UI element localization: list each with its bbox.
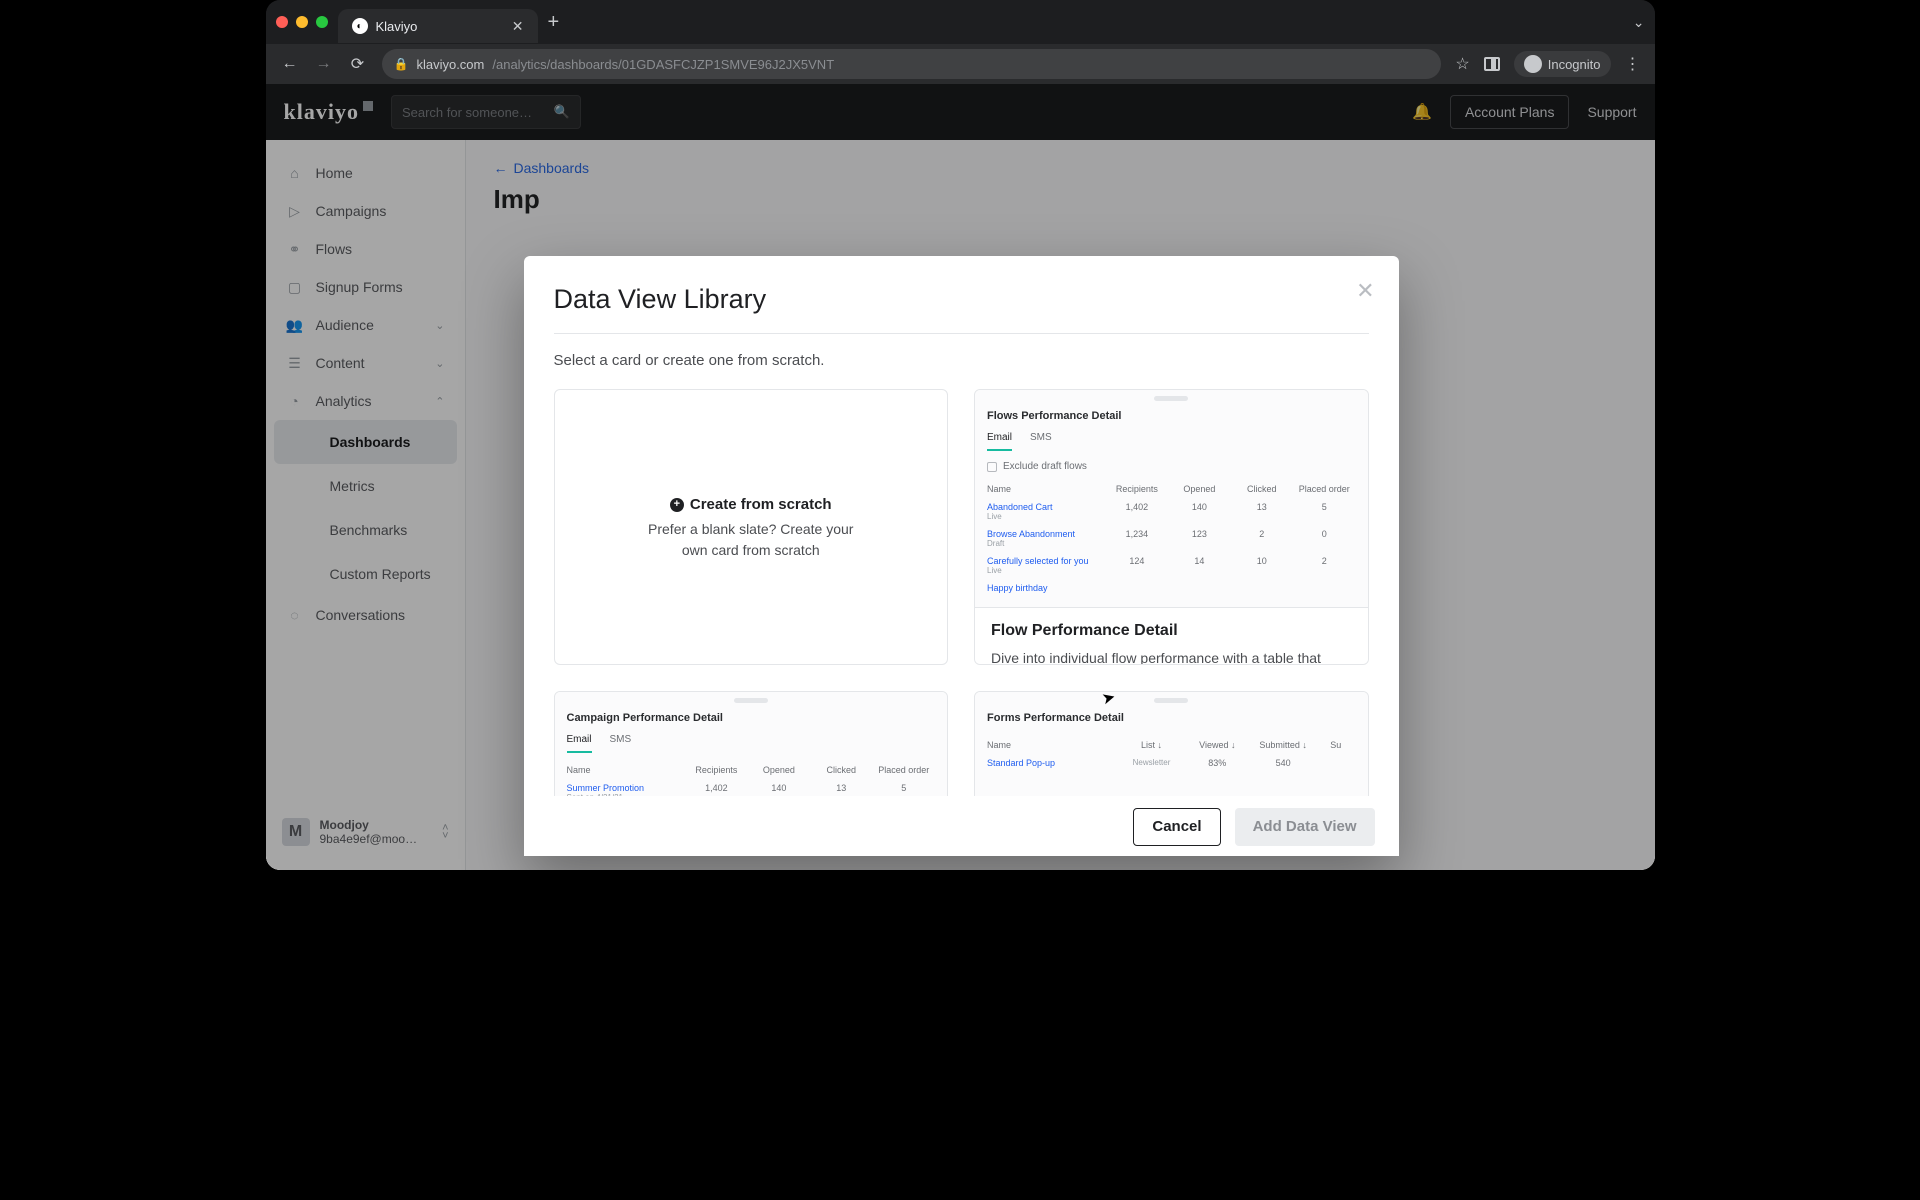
data-view-library-modal: ✕ Data View Library Select a card or cre… xyxy=(524,256,1399,856)
toolbar-right: ☆ Incognito ⋮ xyxy=(1455,51,1640,77)
drag-handle-icon xyxy=(1154,396,1188,401)
drag-handle-icon xyxy=(1154,698,1188,703)
url-host: klaviyo.com xyxy=(416,57,484,72)
card-forms-performance-detail[interactable]: Forms Performance Detail NameList ↓Viewe… xyxy=(974,691,1369,796)
forward-button[interactable]: → xyxy=(314,55,334,73)
scratch-title-text: Create from scratch xyxy=(690,496,832,513)
scratch-description: Prefer a blank slate? Create your own ca… xyxy=(641,519,861,560)
incognito-icon xyxy=(1524,55,1542,73)
table-row: Browse AbandonmentDraft1,23412320 xyxy=(987,525,1356,552)
card-thumbnail: Flows Performance Detail Email SMS Exclu… xyxy=(975,390,1368,607)
table-row: Happy birthday xyxy=(987,579,1356,597)
tab-bar: ◐ Klaviyo ✕ + ⌄ xyxy=(266,0,1655,44)
table-header: NameList ↓Viewed ↓Submitted ↓Su xyxy=(987,736,1356,754)
bookmark-star-icon[interactable]: ☆ xyxy=(1455,54,1469,74)
card-meta: Flow Performance Detail Dive into indivi… xyxy=(975,607,1368,665)
address-bar[interactable]: 🔒 klaviyo.com/analytics/dashboards/01GDA… xyxy=(382,49,1442,79)
add-data-view-button[interactable]: Add Data View xyxy=(1235,808,1375,846)
modal-title: Data View Library xyxy=(554,284,1369,315)
toolbar: ← → ⟳ 🔒 klaviyo.com/analytics/dashboards… xyxy=(266,44,1655,84)
drag-handle-icon xyxy=(734,698,768,703)
modal-body: + Create from scratch Prefer a blank sla… xyxy=(524,369,1399,796)
browser-tab[interactable]: ◐ Klaviyo ✕ xyxy=(338,9,538,43)
tabs-overflow-icon[interactable]: ⌄ xyxy=(1633,14,1645,31)
tab-email: Email xyxy=(567,734,592,753)
checkbox-label: Exclude draft flows xyxy=(1003,461,1087,472)
table-header: NameRecipientsOpenedClickedPlaced order xyxy=(987,480,1356,498)
exclude-draft-checkbox: Exclude draft flows xyxy=(987,461,1356,472)
kebab-menu-icon[interactable]: ⋮ xyxy=(1625,54,1641,74)
thumb-title: Campaign Performance Detail xyxy=(567,712,936,724)
tab-sms: SMS xyxy=(1030,432,1052,451)
card-thumbnail: Forms Performance Detail NameList ↓Viewe… xyxy=(975,692,1368,796)
card-thumbnail: Campaign Performance Detail Email SMS Na… xyxy=(555,692,948,796)
table-row: Abandoned CartLive1,402140135 xyxy=(987,498,1356,525)
thumb-title: Flows Performance Detail xyxy=(987,410,1356,422)
table-header: NameRecipientsOpenedClickedPlaced order xyxy=(567,761,936,779)
window-minimize-button[interactable] xyxy=(296,16,308,28)
tab-sms: SMS xyxy=(610,734,632,753)
tab-title: Klaviyo xyxy=(376,19,418,34)
card-description: Dive into individual flow performance wi… xyxy=(991,648,1352,665)
thumb-tabs: Email SMS xyxy=(567,734,936,753)
modal-header: Data View Library xyxy=(524,256,1399,315)
table-row: Standard Pop-upNewsletter83%540 xyxy=(987,754,1356,772)
tab-favicon: ◐ xyxy=(352,18,368,34)
tab-email: Email xyxy=(987,432,1012,451)
back-button[interactable]: ← xyxy=(280,55,300,73)
reload-button[interactable]: ⟳ xyxy=(348,54,368,74)
card-campaign-performance-detail[interactable]: Campaign Performance Detail Email SMS Na… xyxy=(554,691,949,796)
url-path: /analytics/dashboards/01GDASFCJZP1SMVE96… xyxy=(492,57,834,72)
card-create-from-scratch[interactable]: + Create from scratch Prefer a blank sla… xyxy=(554,389,949,665)
cancel-button[interactable]: Cancel xyxy=(1133,808,1220,846)
thumb-title: Forms Performance Detail xyxy=(987,712,1356,724)
thumb-tabs: Email SMS xyxy=(987,432,1356,451)
panel-icon[interactable] xyxy=(1484,57,1500,71)
tab-close-icon[interactable]: ✕ xyxy=(512,18,524,35)
card-title: Flow Performance Detail xyxy=(991,622,1352,640)
new-tab-button[interactable]: + xyxy=(548,11,560,34)
scratch-title: + Create from scratch xyxy=(670,496,832,513)
modal-footer: Cancel Add Data View xyxy=(524,796,1399,856)
incognito-badge: Incognito xyxy=(1514,51,1611,77)
browser-window: ◐ Klaviyo ✕ + ⌄ ← → ⟳ 🔒 klaviyo.com/anal… xyxy=(266,0,1655,870)
close-icon[interactable]: ✕ xyxy=(1356,278,1374,304)
traffic-lights xyxy=(276,16,328,28)
table-row: Summer PromotionSent on 4/21/211,4021401… xyxy=(567,779,936,796)
checkbox-icon xyxy=(987,462,997,472)
card-flow-performance-detail[interactable]: Flows Performance Detail Email SMS Exclu… xyxy=(974,389,1369,665)
lock-icon: 🔒 xyxy=(394,57,409,71)
table-row: Carefully selected for youLive12414102 xyxy=(987,552,1356,579)
window-fullscreen-button[interactable] xyxy=(316,16,328,28)
incognito-label: Incognito xyxy=(1548,57,1601,72)
app-root: klaviyo Search for someone… 🔍 🔔 Account … xyxy=(266,84,1655,870)
window-close-button[interactable] xyxy=(276,16,288,28)
plus-circle-icon: + xyxy=(670,498,684,512)
modal-subtitle: Select a card or create one from scratch… xyxy=(524,334,1399,369)
